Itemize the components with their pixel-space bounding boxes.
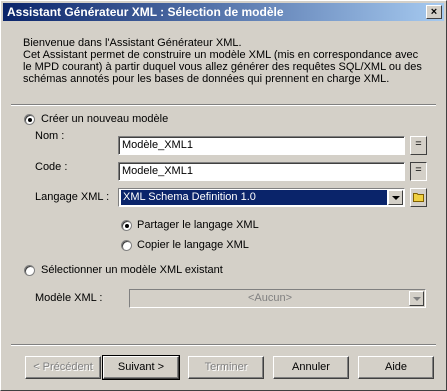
cancel-button[interactable]: Annuler [273,356,349,379]
browse-language-button[interactable] [410,188,427,207]
select-existing-model-label[interactable]: Sélectionner un modèle XML existant [41,264,223,276]
name-field[interactable]: Modèle_XML1 [118,136,405,155]
share-language-radio[interactable] [121,220,132,231]
chevron-down-icon[interactable] [409,291,424,306]
finish-button[interactable]: Terminer [188,356,264,379]
close-button[interactable]: × [426,5,442,19]
xml-language-select[interactable]: XML Schema Definition 1.0 [118,188,405,207]
xml-language-label: Langage XML : [35,191,110,203]
close-icon: × [430,6,438,18]
xml-model-label: Modèle XML : [35,292,103,304]
equals-icon: = [415,164,422,176]
folder-icon [413,193,424,202]
copy-language-label[interactable]: Copier le langage XML [137,239,249,251]
intro-welcome: Bienvenue dans l'Assistant Générateur XM… [23,37,242,49]
name-equals-button[interactable]: = [410,136,427,155]
bottom-separator [11,344,436,346]
name-label: Nom : [35,130,65,142]
title-bar[interactable]: Assistant Générateur XML : Sélection de … [3,3,444,21]
select-existing-model-radio[interactable] [24,265,35,276]
code-label: Code : [35,161,68,173]
code-field[interactable]: Modele_XML1 [118,162,405,181]
chevron-down-icon[interactable] [388,190,403,205]
window-title: Assistant Générateur XML : Sélection de … [7,5,284,19]
create-new-model-radio[interactable] [24,114,35,125]
help-button[interactable]: Aide [358,356,434,379]
next-button[interactable]: Suivant > [102,355,180,380]
share-language-label[interactable]: Partager le langage XML [137,219,259,231]
intro-text: Bienvenue dans l'Assistant Générateur XM… [23,37,428,85]
top-separator [11,104,436,106]
previous-button[interactable]: < Précédent [25,356,101,379]
create-new-model-label[interactable]: Créer un nouveau modèle [41,113,168,125]
copy-language-radio[interactable] [121,240,132,251]
xml-model-select[interactable]: <Aucun> [129,289,426,308]
dialog-window: Assistant Générateur XML : Sélection de … [0,0,447,391]
xml-language-value: XML Schema Definition 1.0 [121,190,387,205]
intro-description: Cet Assistant permet de construire un mo… [23,49,422,85]
code-equals-button[interactable]: = [410,162,427,181]
equals-icon: = [415,138,422,150]
xml-model-value: <Aucun> [247,292,293,304]
